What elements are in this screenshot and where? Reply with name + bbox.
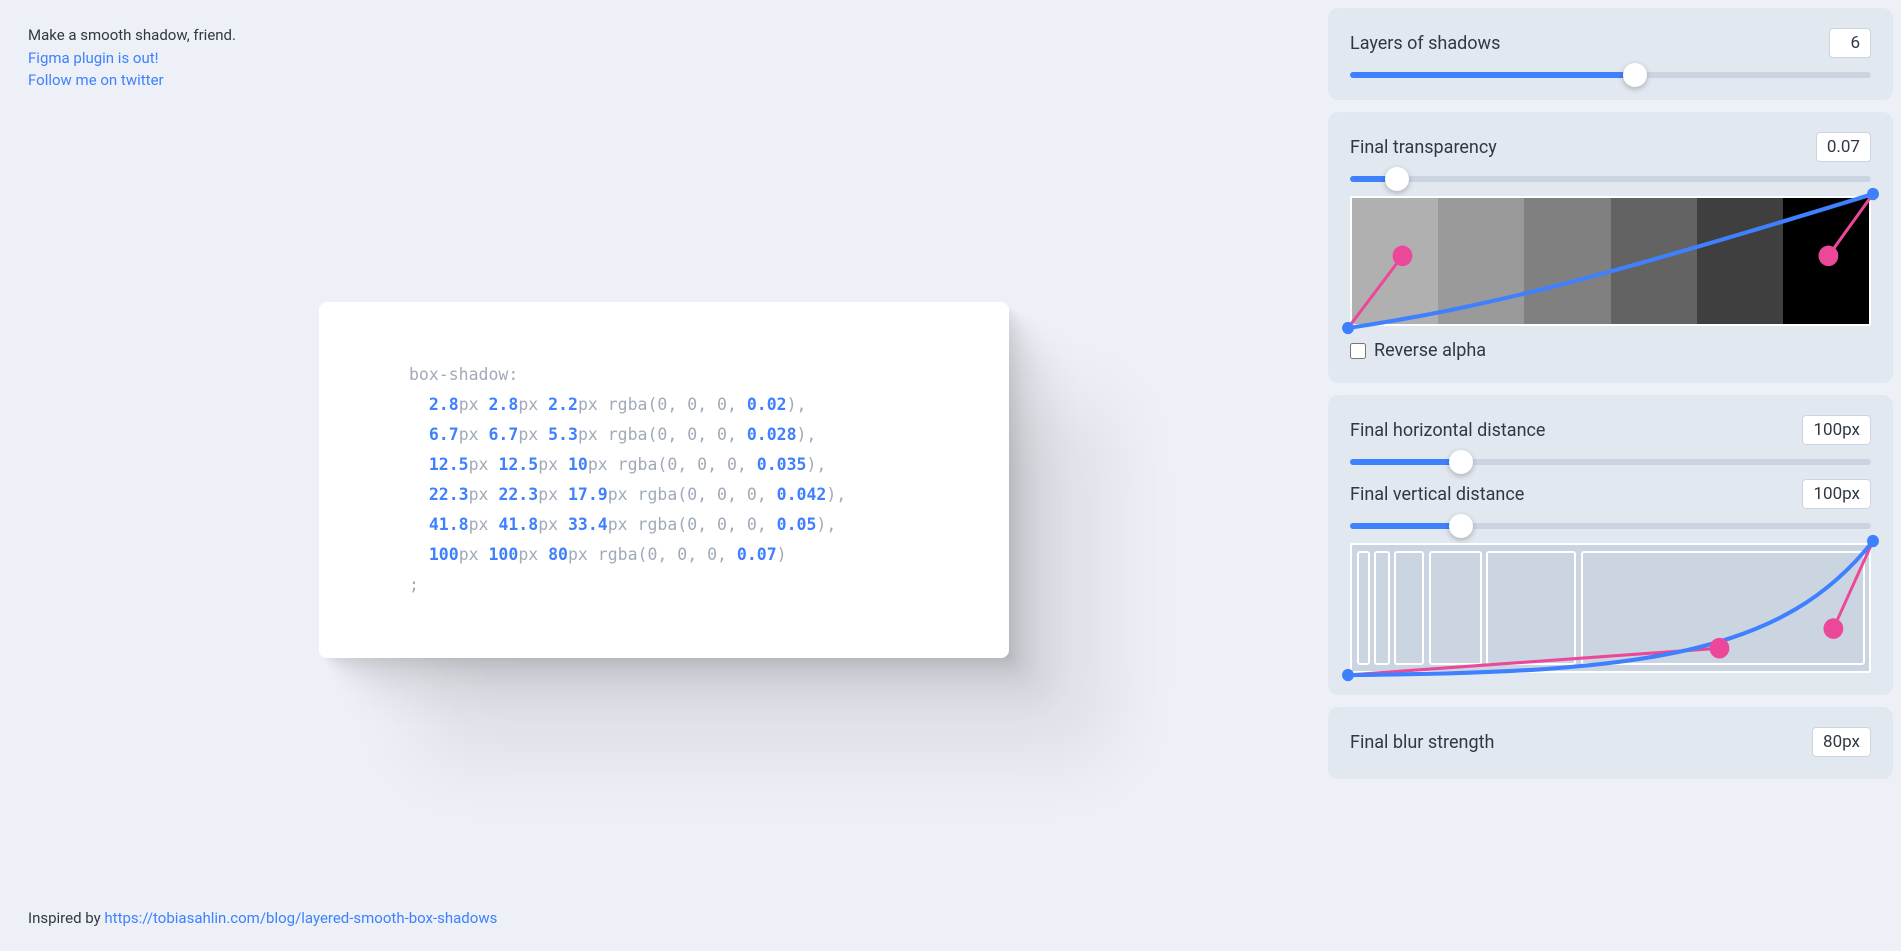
transparency-slider[interactable] bbox=[1350, 176, 1871, 182]
preview-area: box-shadow: 2.8px 2.8px 2.2px rgba(0, 0,… bbox=[28, 92, 1300, 910]
hdist-label: Final horizontal distance bbox=[1350, 420, 1545, 441]
inspiration-link[interactable]: https://tobiasahlin.com/blog/layered-smo… bbox=[104, 909, 497, 927]
figma-plugin-link[interactable]: Figma plugin is out! bbox=[28, 47, 1300, 70]
alpha-curve-viz[interactable] bbox=[1350, 196, 1871, 326]
transparency-value[interactable]: 0.07 bbox=[1816, 132, 1871, 162]
vdist-slider[interactable] bbox=[1350, 523, 1871, 529]
layers-value[interactable]: 6 bbox=[1829, 28, 1871, 58]
transparency-label: Final transparency bbox=[1350, 137, 1497, 158]
twitter-link[interactable]: Follow me on twitter bbox=[28, 69, 1300, 92]
layers-slider[interactable] bbox=[1350, 72, 1871, 78]
hdist-value[interactable]: 100px bbox=[1802, 415, 1871, 445]
distance-curve-viz[interactable] bbox=[1350, 543, 1871, 673]
distance-panel: Final horizontal distance 100px Final ve… bbox=[1328, 395, 1893, 695]
transparency-panel: Final transparency 0.07 Reverse alpha bbox=[1328, 112, 1893, 383]
vdist-value[interactable]: 100px bbox=[1802, 479, 1871, 509]
blur-value[interactable]: 80px bbox=[1812, 727, 1871, 757]
controls-sidebar: Layers of shadows 6 Final transparency 0… bbox=[1328, 0, 1901, 951]
reverse-alpha-checkbox[interactable] bbox=[1350, 343, 1366, 359]
blur-panel: Final blur strength 80px bbox=[1328, 707, 1893, 779]
footer: Inspired by https://tobiasahlin.com/blog… bbox=[28, 909, 1300, 927]
layers-panel: Layers of shadows 6 bbox=[1328, 8, 1893, 100]
reverse-alpha-label: Reverse alpha bbox=[1374, 340, 1486, 361]
page-title: Make a smooth shadow, friend. bbox=[28, 24, 1300, 47]
footer-prefix: Inspired by bbox=[28, 909, 104, 927]
vdist-label: Final vertical distance bbox=[1350, 484, 1524, 505]
shadow-preview-card: box-shadow: 2.8px 2.8px 2.2px rgba(0, 0,… bbox=[319, 302, 1009, 658]
header: Make a smooth shadow, friend. Figma plug… bbox=[28, 24, 1300, 92]
hdist-slider[interactable] bbox=[1350, 459, 1871, 465]
blur-label: Final blur strength bbox=[1350, 732, 1494, 753]
layers-label: Layers of shadows bbox=[1350, 33, 1500, 54]
